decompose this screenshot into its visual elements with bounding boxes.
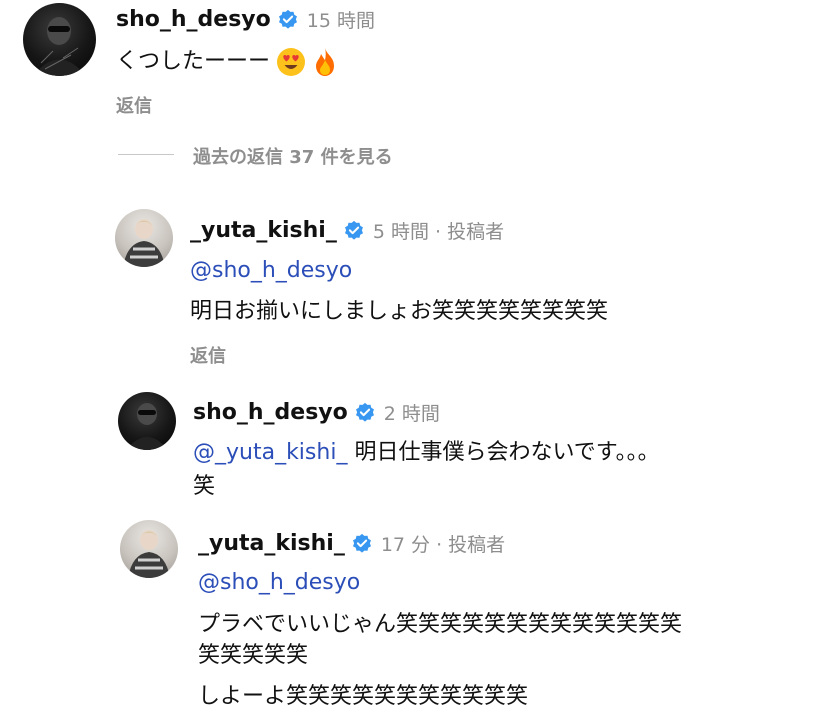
reply-body: 明日仕事僕ら会わないです。。。 — [347, 440, 660, 465]
comment-body: くつしたーーー — [116, 49, 271, 74]
verified-badge-icon — [352, 533, 371, 553]
comment-text: くつしたーーー — [116, 46, 338, 77]
reply-text-line: プラベでいいじゃん笑笑笑笑笑笑笑笑笑笑笑笑笑 — [198, 612, 683, 637]
mention-link[interactable]: @sho_h_desyo — [190, 255, 352, 286]
profile-photo-icon — [128, 530, 170, 578]
reply-header: sho_h_desyo 2 時間 — [193, 399, 440, 426]
avatar[interactable] — [118, 392, 176, 450]
mention-link[interactable]: @sho_h_desyo — [198, 567, 360, 598]
timestamp: 17 分 · 投稿者 — [380, 534, 506, 556]
avatar[interactable] — [120, 520, 178, 578]
avatar[interactable] — [23, 3, 96, 76]
verified-badge-icon — [278, 9, 297, 29]
view-replies-button[interactable]: 過去の返信 37 件を見る — [193, 143, 393, 169]
heart-eyes-emoji-icon — [277, 48, 306, 76]
comment-header: sho_h_desyo 15 時間 — [116, 6, 375, 33]
username[interactable]: _yuta_kishi_ — [198, 531, 345, 556]
reply-header: _yuta_kishi_ 17 分 · 投稿者 — [198, 530, 505, 557]
reply-text-line: しよーよ笑笑笑笑笑笑笑笑笑笑笑 — [198, 684, 529, 709]
reply-text-line: 笑笑笑笑笑 — [198, 643, 309, 668]
profile-photo-icon — [123, 219, 165, 267]
reply-header: _yuta_kishi_ 5 時間 · 投稿者 — [190, 217, 504, 244]
timestamp: 5 時間 · 投稿者 — [372, 221, 505, 243]
verified-badge-icon — [344, 220, 363, 240]
profile-photo-icon — [33, 17, 86, 76]
reply-text: @_yuta_kishi_ 明日仕事僕ら会わないです。。。 — [193, 437, 660, 468]
avatar[interactable] — [115, 209, 173, 267]
mention-link[interactable]: @_yuta_kishi_ — [193, 440, 347, 465]
username[interactable]: _yuta_kishi_ — [190, 218, 337, 243]
fire-emoji-icon — [316, 48, 335, 76]
profile-photo-icon — [126, 403, 168, 450]
reply-button[interactable]: 返信 — [116, 92, 152, 118]
view-replies-line — [118, 154, 174, 155]
timestamp: 2 時間 — [383, 403, 440, 425]
reply-text: 明日お揃いにしましょお笑笑笑笑笑笑笑笑 — [190, 299, 609, 324]
username[interactable]: sho_h_desyo — [193, 400, 348, 425]
timestamp: 15 時間 — [306, 10, 375, 32]
reply-text-line: 笑 — [193, 474, 216, 499]
reply-button[interactable]: 返信 — [190, 342, 226, 368]
verified-badge-icon — [355, 402, 374, 422]
username[interactable]: sho_h_desyo — [116, 7, 271, 32]
